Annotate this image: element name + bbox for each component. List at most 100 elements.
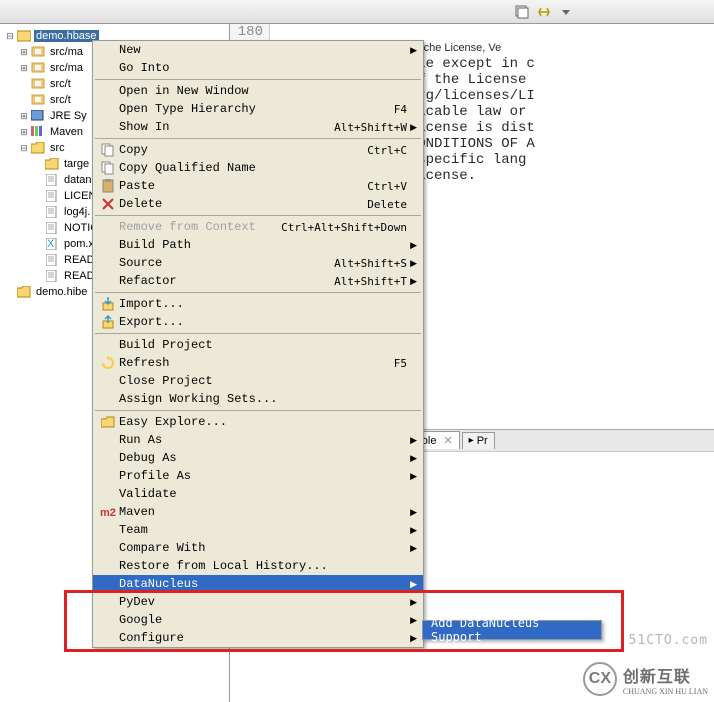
xml-icon: X [44,237,60,251]
menu-item-copy[interactable]: CopyCtrl+C [93,141,423,159]
refresh-icon [99,356,117,370]
menu-item-show-in[interactable]: Show InAlt+Shift+W▶ [93,118,423,136]
file-icon [44,221,60,235]
menu-item-run-as[interactable]: Run As▶ [93,431,423,449]
menu-shortcut: Alt+Shift+S [334,257,407,270]
menu-item-easy-explore[interactable]: Easy Explore... [93,413,423,431]
toolbar [0,0,714,24]
menu-label: Show In [117,120,334,134]
menu-item-maven[interactable]: m2Maven▶ [93,503,423,521]
folder-icon [44,157,60,171]
watermark: CX 创新互联 CHUANG XIN HU LIAN [583,662,708,696]
menu-item-configure[interactable]: Configure▶ [93,629,423,647]
svg-text:X: X [47,238,55,250]
menu-item-refactor[interactable]: RefactorAlt+Shift+T▶ [93,272,423,290]
maven-icon: m2 [99,505,117,519]
watermark-sub: CHUANG XIN HU LIAN [623,687,708,696]
menu-label: Refactor [117,274,334,288]
menu-shortcut: F5 [394,357,407,370]
copyq-icon [99,161,117,175]
context-menu[interactable]: New▶Go IntoOpen in New WindowOpen Type H… [92,40,424,648]
pkg-icon [30,77,46,91]
menu-shortcut: Alt+Shift+T [334,275,407,288]
file-icon [44,269,60,283]
delete-icon [99,197,117,211]
tree-expander-icon[interactable]: ⊞ [18,47,30,58]
submenu-arrow-icon: ▶ [407,453,417,464]
svg-text:m2: m2 [100,507,116,519]
menu-item-paste[interactable]: PasteCtrl+V [93,177,423,195]
view-menu-icon[interactable] [558,4,574,20]
paste-icon [99,179,117,193]
link-editor-icon[interactable] [536,4,552,20]
tree-expander-icon[interactable]: ⊞ [18,127,30,138]
menu-label: Copy [117,143,367,157]
menu-item-team[interactable]: Team▶ [93,521,423,539]
tree-expander-icon[interactable]: ⊟ [4,31,16,42]
menu-item-build-project[interactable]: Build Project [93,336,423,354]
menu-item-restore-from-local-history[interactable]: Restore from Local History... [93,557,423,575]
menu-label: Refresh [117,356,394,370]
menu-label: Easy Explore... [117,415,407,429]
pkg-icon [30,93,46,107]
menu-label: Build Path [117,238,407,252]
tree-expander-icon[interactable]: ⊟ [18,143,30,154]
folder-icon [30,141,46,155]
watermark-51cto: 51CTO.com [629,633,708,648]
watermark-logo-icon: CX [583,662,617,696]
menu-item-remove-from-context: Remove from ContextCtrl+Alt+Shift+Down [93,218,423,236]
submenu-item-add-datanucleus-support[interactable]: Add DataNucleus Support [423,621,601,639]
menu-item-pydev[interactable]: PyDev▶ [93,593,423,611]
menu-label: Paste [117,179,367,193]
tree-label: src/ma [48,62,85,74]
code-text [270,24,308,40]
menu-item-open-in-new-window[interactable]: Open in New Window [93,82,423,100]
menu-item-delete[interactable]: DeleteDelete [93,195,423,213]
tree-label: src [48,142,67,154]
export-icon [99,315,117,329]
tab-pr[interactable]: ▸Pr [462,432,495,449]
menu-item-datanucleus[interactable]: DataNucleus▶ [93,575,423,593]
menu-label: New [117,43,407,57]
menu-item-go-into[interactable]: Go Into [93,59,423,77]
menu-item-open-type-hierarchy[interactable]: Open Type HierarchyF4 [93,100,423,118]
menu-item-assign-working-sets[interactable]: Assign Working Sets... [93,390,423,408]
menu-label: Export... [117,315,407,329]
menu-label: Debug As [117,451,407,465]
menu-item-close-project[interactable]: Close Project [93,372,423,390]
close-icon[interactable]: ✕ [443,434,452,447]
jre-icon [30,109,46,123]
menu-label: Copy Qualified Name [117,161,407,175]
collapse-all-icon[interactable] [514,4,530,20]
menu-item-copy-qualified-name[interactable]: Copy Qualified Name [93,159,423,177]
line-number: 180 [230,24,270,40]
menu-item-new[interactable]: New▶ [93,41,423,59]
menu-label: Open in New Window [117,84,407,98]
submenu-arrow-icon: ▶ [407,45,417,56]
menu-item-build-path[interactable]: Build Path▶ [93,236,423,254]
menu-item-profile-as[interactable]: Profile As▶ [93,467,423,485]
explore-icon [99,415,117,429]
submenu-arrow-icon: ▶ [407,471,417,482]
submenu-arrow-icon: ▶ [407,579,417,590]
submenu-arrow-icon: ▶ [407,615,417,626]
submenu-label: Add DataNucleus Support [431,616,593,644]
menu-item-compare-with[interactable]: Compare With▶ [93,539,423,557]
tree-expander-icon[interactable]: ⊞ [18,111,30,122]
menu-item-google[interactable]: Google▶ [93,611,423,629]
context-submenu[interactable]: Add DataNucleus Support [422,620,602,640]
menu-item-import[interactable]: Import... [93,295,423,313]
menu-label: Maven [117,505,407,519]
menu-item-export[interactable]: Export... [93,313,423,331]
tree-label: Maven [48,126,85,138]
menu-item-validate[interactable]: Validate [93,485,423,503]
menu-label: Profile As [117,469,407,483]
menu-item-debug-as[interactable]: Debug As▶ [93,449,423,467]
menu-item-refresh[interactable]: RefreshF5 [93,354,423,372]
menu-label: Compare With [117,541,407,555]
menu-item-source[interactable]: SourceAlt+Shift+S▶ [93,254,423,272]
tree-label: src/t [48,94,73,106]
menu-shortcut: Ctrl+V [367,180,407,193]
tree-expander-icon[interactable]: ⊞ [18,63,30,74]
menu-separator [95,410,421,411]
